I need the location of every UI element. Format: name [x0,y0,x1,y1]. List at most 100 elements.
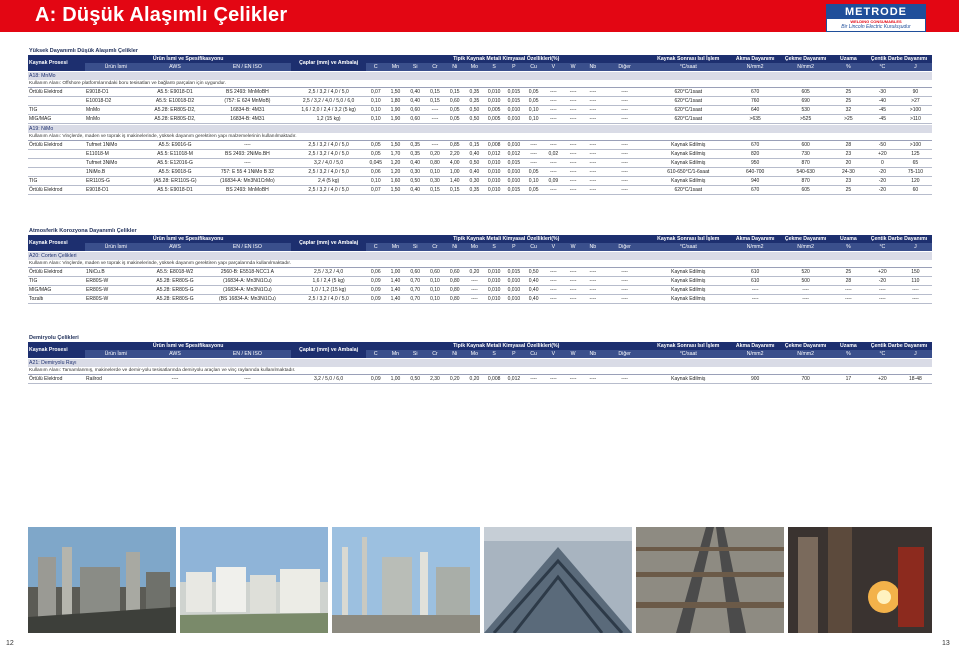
section-title: Yüksek Dayanımlı Düşük Alaşımlı Çelikler [29,48,138,54]
table-cell: -45 [865,105,899,115]
chemistry-header: Tipik Kaynak Metali Kimyasal Özellikleri… [365,342,647,350]
table-cell: A5.5: E9018-G [146,167,204,177]
table-cell: ---- [780,285,831,295]
table-cell: ---- [563,294,583,304]
table-cell: ---- [865,285,899,295]
yield-header: Akma Dayanımı [729,342,781,350]
element-header: C [365,350,386,358]
table-cell: Kaynak Edilmiş [646,285,730,295]
table-cell: 0,010 [504,176,524,186]
table-cell: 0,05 [365,149,386,159]
table-cell: Kaynak Edilmiş [646,149,730,159]
table-cell: TIG [28,105,86,115]
data-table: Örtülü Elektrod Railrod ---- ---- 3,2 / 5,0 … [28,375,932,384]
table-cell: -45 [865,114,899,124]
tensile-header: Çekme Dayanımı [780,55,831,63]
table-row: Örtülü Elektrod 1NiCu.B A5.5: E8018-W2 2560… [28,268,932,277]
table-cell: 120 [898,176,932,186]
table-cell: 1,50 [385,185,406,195]
table-cell: 0,60 [444,268,465,277]
table-cell: Tozaltı [28,294,86,304]
table-cell: 0,09 [365,375,386,384]
table-cell: 3,2 / 4,0 / 5,0 [291,158,366,168]
table-cell: 125 [898,149,932,159]
table-cell: 0,10 [365,114,386,124]
table-cell: ---- [582,88,603,97]
table-cell: ---- [543,114,564,124]
table-cell: 0,010 [484,167,505,177]
table-cell: 0,20 [425,149,445,159]
table-cell: ---- [523,375,544,384]
table-cell: >110 [898,114,932,124]
table-cell: 0,70 [405,276,426,286]
table-cell: (16834-A: Mn3Ni1Cu) [203,285,292,295]
table-cell: 0,10 [425,285,445,295]
table-cell: 0,80 [444,276,465,286]
element-header: P [504,63,524,71]
table-cell: 16834-B: 4M31 [203,105,292,115]
table-cell: 530 [780,105,831,115]
table-cell: ---- [543,88,564,97]
table-cell: 16834-B: 4M31 [203,114,292,124]
element-header: Cu [523,243,544,251]
table-cell: 0,50 [405,176,426,186]
table-cell: 0,10 [365,105,386,115]
table-cell: 0,010 [504,141,524,150]
table-cell: 1,20 [385,158,406,168]
table-cell: ---- [543,375,564,384]
pwht-header: Kaynak Sonrası Isıl İşlem [646,342,730,350]
table-cell: 0,010 [504,276,524,286]
table-cell: 0,60 [405,268,426,277]
table-cell: 0,10 [425,276,445,286]
table-cell: 23 [830,176,866,186]
process-header: Kaynak Prosesi [28,342,86,358]
table-cell: 0,10 [365,96,386,106]
table-cell: 0,15 [425,96,445,106]
table-cell: -40 [865,96,899,106]
table-row: MIG/MAG ER80S-W A5.28: ER80S-G (16834-A: Mn… [28,285,932,295]
product-header: Ürün İsmi ve Spesifikasyonu [85,342,292,350]
table-cell: Örtülü Elektrod [28,268,86,277]
diameter-header: Çaplar (mm) ve Ambalaj [291,342,366,358]
table-cell: 0,05 [523,185,544,195]
table-cell: 610-650°C/1-6saat [646,167,730,177]
table-cell: E10018-D2 [85,96,147,106]
table-row: MIG/MAG MnMo A5.28: ER80S-D2, 16834-B: 4M31… [28,114,932,124]
page-header: A: Düşük Alaşımlı Çelikler METRODE WELDI… [0,0,959,32]
product-header: Ürün İsmi ve Spesifikasyonu [85,55,292,63]
table-cell: 520 [780,268,831,277]
table-row: Örtülü Elektrod Railrod ---- ---- 3,2 / 5,0 … [28,375,932,384]
table-cell: 0,40 [405,96,426,106]
element-header: W [563,350,583,358]
table-cell: ---- [425,141,445,150]
table-cell: 25 [830,88,866,97]
table-cell: MIG/MAG [28,114,86,124]
table-cell: 0,10 [523,114,544,124]
table-cell: 0,06 [365,268,386,277]
table-cell: Örtülü Elektrod [28,141,86,150]
table-cell: 23 [830,149,866,159]
table-cell: 1,60 [385,176,406,186]
table-cell: 0,008 [484,141,505,150]
tensile-header: Çekme Dayanımı [780,235,831,243]
table-cell: 0,40 [464,167,485,177]
element-header: Cr [425,243,445,251]
table-cell: 0,35 [464,88,485,97]
table-cell: 2,5 / 3,2 / 4,0 / 5,0 [291,149,366,159]
table-cell: 0,010 [484,276,505,286]
table-cell: A5.5: E8018-W2 [146,268,204,277]
table-cell: ---- [464,276,485,286]
table-cell: ER80S-W [85,294,147,304]
table-cell: >100 [898,141,932,150]
table-cell: 2,20 [444,149,465,159]
table-cell: BS 2493: 2NiMo.BH [203,149,292,159]
table-cell: Kaynak Edilmiş [646,268,730,277]
elongation-header: Uzama [830,235,866,243]
table-cell: 730 [780,149,831,159]
table-cell: 32 [830,105,866,115]
table-cell: 620°C/1saat [646,185,730,195]
table-cell: 0,015 [504,96,524,106]
table-cell: ---- [602,167,647,177]
table-cell: ---- [203,158,292,168]
table-cell: 760 [729,96,781,106]
